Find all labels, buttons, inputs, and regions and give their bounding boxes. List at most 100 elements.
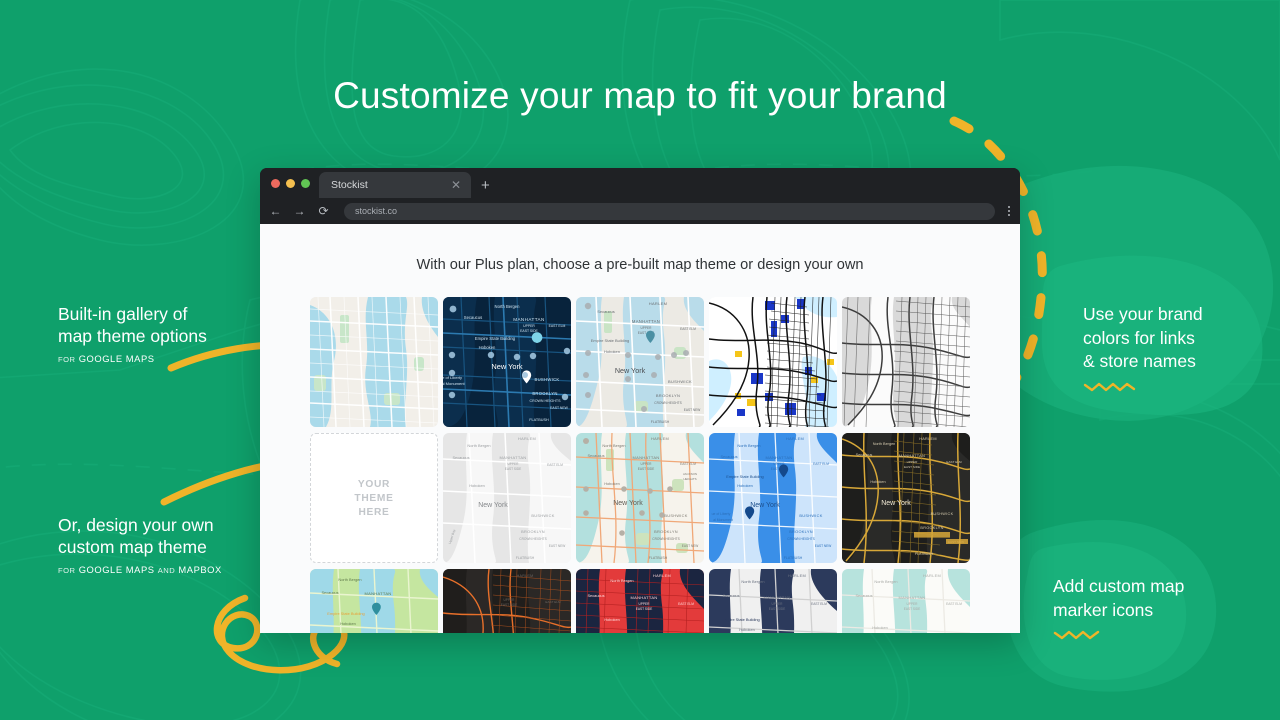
arrow-right-icon[interactable]: → (292, 205, 307, 217)
svg-text:EAST SIDE: EAST SIDE (636, 607, 653, 611)
theme-thumb-grayscale-mono[interactable] (842, 297, 970, 427)
callout-marker-icons: Add custom map marker icons (1053, 575, 1184, 640)
svg-text:North Bergen: North Bergen (741, 579, 764, 584)
svg-text:MANHATTAN: MANHATTAN (633, 455, 660, 460)
theme-thumb-blue-water[interactable]: HARLEM North Bergen Secaucus MANHATTAN U… (709, 433, 837, 563)
theme-thumb-light-standard[interactable] (310, 297, 438, 427)
theme-thumb-navy-white[interactable]: HARLEM North Bergen Secaucus MANHATTAN U… (709, 569, 837, 633)
callout-custom-sub-lead: FOR (58, 565, 76, 575)
arrow-left-icon[interactable]: ← (268, 205, 283, 217)
svg-text:Hoboken: Hoboken (870, 480, 885, 484)
theme-thumb-your-theme-placeholder[interactable]: YOUR THEME HERE (310, 433, 438, 563)
svg-text:BUSHWICK: BUSHWICK (799, 513, 822, 518)
svg-text:New York: New York (615, 366, 646, 375)
theme-gallery-grid: North Bergen Secaucus MANHATTAN UPPER EA… (260, 273, 1020, 633)
callout-custom-sub-text: GOOGLE MAPS (78, 563, 155, 575)
svg-text:FLATBUSH: FLATBUSH (784, 556, 803, 560)
theme-thumb-bauhaus-blue[interactable] (709, 297, 837, 427)
svg-text:UPPER: UPPER (641, 326, 653, 330)
svg-text:EAST SIDE: EAST SIDE (505, 467, 522, 471)
svg-text:Secaucus: Secaucus (720, 454, 737, 459)
theme-thumb-ultra-light-gray[interactable]: HARLEM North Bergen Secaucus MANHATTAN U… (443, 433, 571, 563)
close-window-icon[interactable] (271, 178, 280, 188)
callout-brand-line2: colors for links (1083, 327, 1195, 348)
svg-text:Hoboken: Hoboken (604, 349, 620, 354)
svg-text:Hoboken: Hoboken (340, 621, 356, 626)
svg-text:North Bergen: North Bergen (495, 304, 521, 309)
svg-text:BUSHWICK: BUSHWICK (664, 513, 687, 518)
svg-text:BUSHWICK: BUSHWICK (531, 513, 554, 518)
close-icon[interactable]: ✕ (443, 179, 461, 191)
svg-text:HARLEM: HARLEM (788, 573, 806, 578)
svg-text:CROWN HEIGHTS: CROWN HEIGHTS (654, 401, 681, 405)
svg-text:HEIGHTS: HEIGHTS (683, 477, 696, 481)
svg-text:HARLEM: HARLEM (653, 573, 671, 578)
page-headline: Customize your map to fit your brand (333, 75, 947, 116)
svg-text:CROWN HEIGHTS: CROWN HEIGHTS (530, 399, 562, 403)
svg-text:MANHATTAN: MANHATTAN (632, 319, 660, 324)
svg-text:HARLEM: HARLEM (517, 574, 534, 578)
callout-custom-line1: Or, design your own (58, 515, 214, 535)
theme-thumb-retro-teal[interactable]: HARLEM North Bergen Secaucus MANHATTAN U… (576, 433, 704, 563)
svg-text:EAST NEW: EAST NEW (550, 406, 568, 410)
svg-text:BROOKLYN: BROOKLYN (789, 529, 813, 534)
svg-text:MANHATTAN: MANHATTAN (764, 595, 791, 600)
theme-thumb-red-crimson[interactable]: HARLEM North Bergen Secaucus MANHATTAN U… (576, 569, 704, 633)
svg-text:MANHATTAN: MANHATTAN (899, 453, 925, 458)
callout-marker-line1: Add custom map (1053, 576, 1185, 596)
svg-text:UPPER: UPPER (523, 324, 535, 328)
svg-text:UPPER: UPPER (772, 602, 784, 606)
svg-text:EAST ELM: EAST ELM (813, 462, 829, 466)
svg-text:EAST ELM: EAST ELM (549, 324, 566, 328)
svg-text:CROWN HEIGHTS: CROWN HEIGHTS (652, 537, 679, 541)
svg-text:Secaucus: Secaucus (321, 590, 338, 595)
browser-url-bar: ← → ⟳ stockist.co (260, 198, 1020, 224)
callout-custom-theme: Or, design your own custom map theme FOR… (58, 514, 222, 575)
page-viewport: With our Plus plan, choose a pre-built m… (260, 224, 1020, 633)
svg-text:FLATBUSH: FLATBUSH (649, 556, 668, 560)
plus-icon[interactable]: + (471, 178, 500, 193)
svg-text:EAST ELM: EAST ELM (678, 602, 694, 606)
svg-text:MANHATTAN: MANHATTAN (365, 591, 392, 596)
callout-gallery-line2: map theme options (58, 326, 207, 347)
reload-icon[interactable]: ⟳ (316, 205, 331, 217)
callout-gallery-line1: Built-in gallery of (58, 304, 188, 324)
svg-text:EAST SIDE: EAST SIDE (904, 465, 920, 469)
theme-thumb-green-pastel[interactable]: North Bergen Secaucus MANHATTAN Empire S… (310, 569, 438, 633)
placeholder-line2: THEME (354, 492, 394, 504)
zigzag-underline-brand-icon (1083, 382, 1136, 392)
svg-text:EAST ELM: EAST ELM (946, 460, 962, 464)
svg-text:HARLEM: HARLEM (518, 436, 536, 441)
maximize-window-icon[interactable] (301, 178, 310, 188)
svg-text:UPPER: UPPER (641, 462, 653, 466)
theme-thumb-google-default[interactable]: HARLEM Secaucus MANHATTAN UPPER EAST SID… (576, 297, 704, 427)
svg-text:EAST NEW: EAST NEW (549, 544, 566, 548)
svg-text:EAST ELM: EAST ELM (811, 602, 827, 606)
svg-text:FLATBUSH: FLATBUSH (915, 552, 933, 556)
theme-thumb-dark-gold[interactable]: HARLEM North Bergen Secaucus MANHATTAN U… (842, 433, 970, 563)
callout-custom-sub-lead2: AND (157, 565, 176, 575)
svg-text:UPPER: UPPER (907, 602, 919, 606)
theme-thumb-dark-navy[interactable]: North Bergen Secaucus MANHATTAN UPPER EA… (443, 297, 571, 427)
placeholder-line3: HERE (358, 506, 390, 518)
svg-text:UPPER: UPPER (508, 462, 520, 466)
svg-text:New York: New York (478, 502, 508, 509)
tab-title: Stockist (331, 179, 368, 191)
svg-text:Secaucus: Secaucus (597, 309, 615, 314)
svg-text:Empire State Building: Empire State Building (475, 336, 516, 341)
svg-text:UPPER: UPPER (504, 598, 516, 602)
theme-thumb-dark-orange[interactable]: HARLEM UPPER EAST SIDE EAST ELM BUSHWICK (443, 569, 571, 633)
kebab-menu-icon[interactable] (1004, 206, 1010, 216)
svg-text:BUSHWICK: BUSHWICK (931, 512, 954, 516)
svg-text:EAST SIDE: EAST SIDE (904, 607, 921, 611)
callout-gallery: Built-in gallery of map theme options FO… (58, 303, 207, 364)
minimize-window-icon[interactable] (286, 178, 295, 188)
browser-tab-stockist[interactable]: Stockist ✕ (319, 172, 471, 198)
address-input[interactable]: stockist.co (344, 202, 995, 220)
theme-thumb-mint-light[interactable]: HARLEM North Bergen Secaucus MANHATTAN U… (842, 569, 970, 633)
svg-text:MANHATTAN: MANHATTAN (631, 595, 658, 600)
svg-text:BUSHWICK: BUSHWICK (668, 379, 692, 384)
svg-text:EAST SIDE: EAST SIDE (769, 607, 786, 611)
svg-text:BROOKLYN: BROOKLYN (656, 393, 680, 398)
svg-text:North Bergen: North Bergen (602, 443, 625, 448)
